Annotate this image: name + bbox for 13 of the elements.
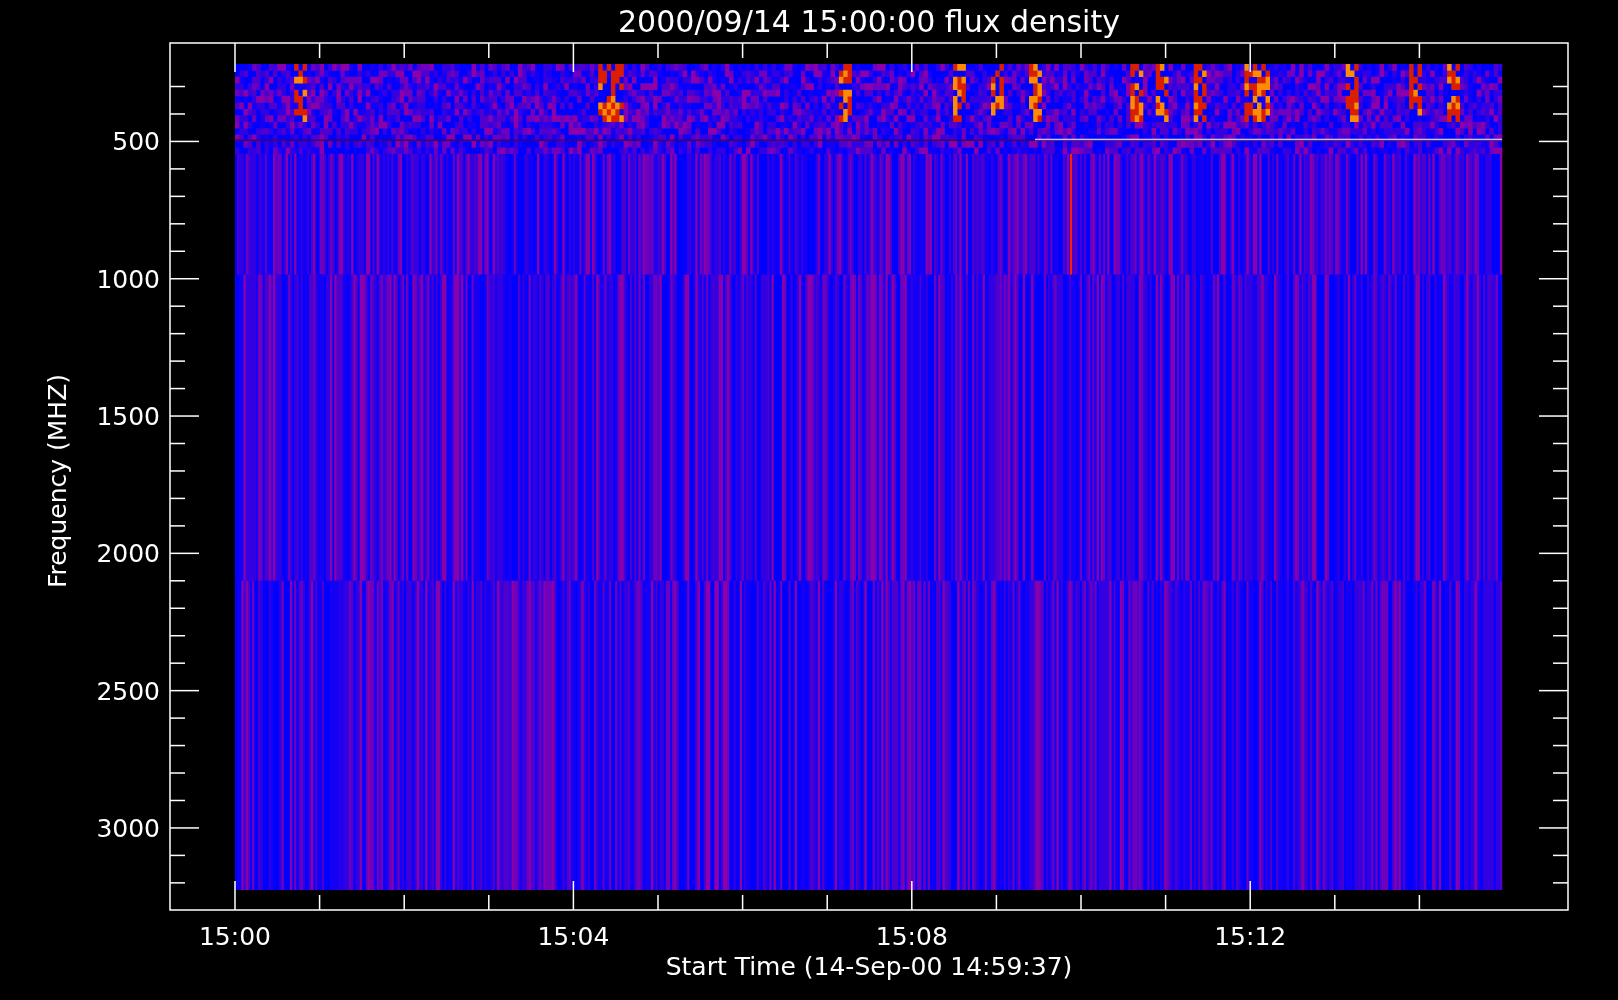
tick-label: 500	[112, 127, 160, 157]
plot-title: 2000/09/14 15:00:00 flux density	[618, 4, 1120, 39]
tick-label: 3000	[96, 813, 160, 843]
axis-label: Start Time (14-Sep-00 14:59:37)	[665, 952, 1073, 981]
tick-label: 1500	[96, 402, 160, 432]
tick-label: 15:12	[1214, 922, 1287, 951]
tick-label: 2500	[96, 676, 160, 706]
axis-label: Frequency (MHZ)	[43, 373, 72, 589]
tick-label: 1000	[96, 264, 160, 294]
tick-label: 15:04	[537, 922, 610, 951]
tick-label: 2000	[96, 539, 160, 569]
tick-label: 15:08	[875, 922, 948, 951]
tick-label: 15:00	[199, 922, 271, 951]
